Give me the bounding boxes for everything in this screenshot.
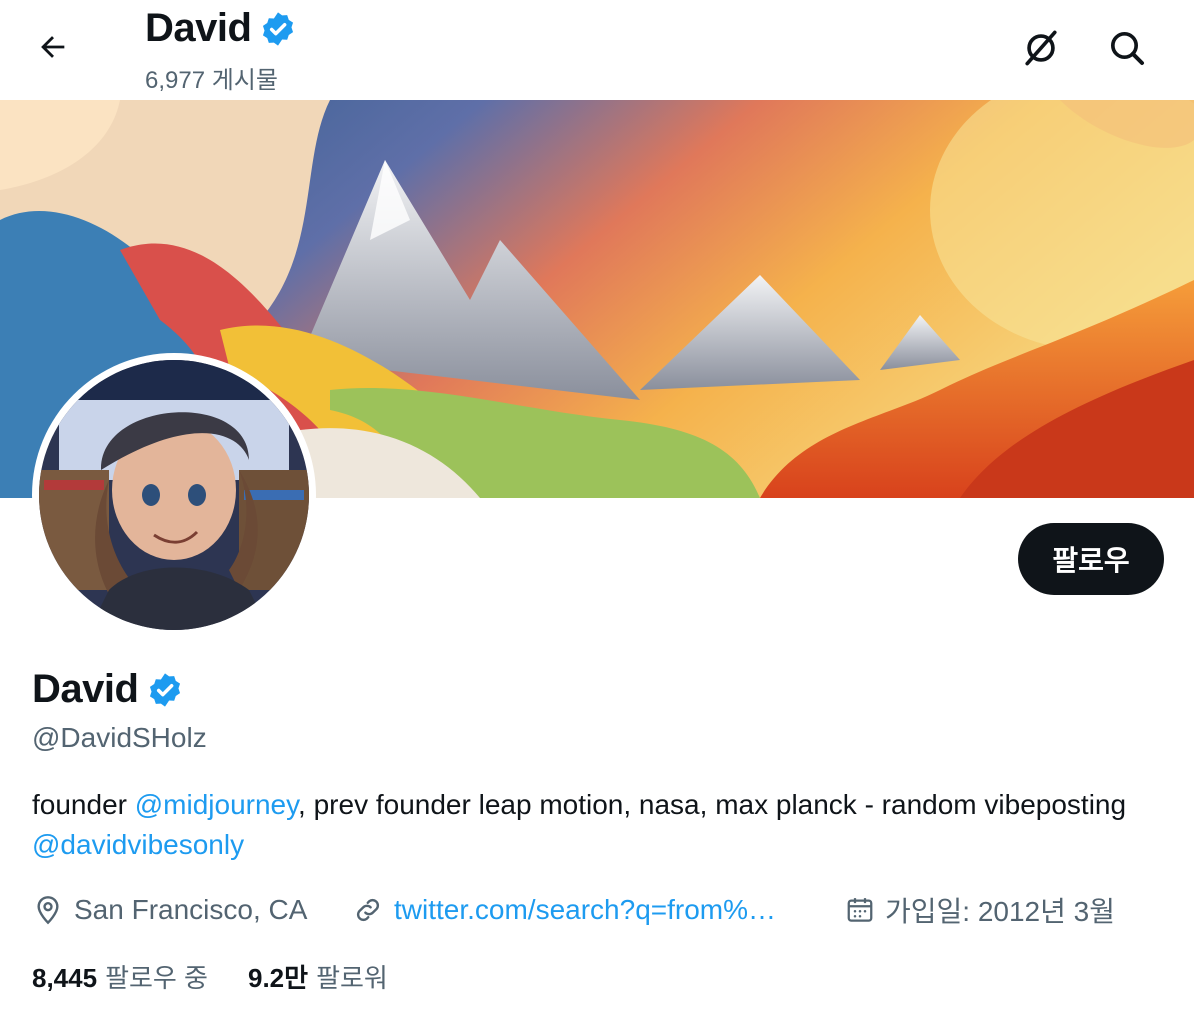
mention-link[interactable]: @midjourney — [135, 789, 298, 820]
back-button[interactable] — [28, 22, 78, 72]
followers-label: 팔로워 — [316, 963, 388, 993]
calendar-icon — [847, 898, 873, 922]
arrow-left-icon — [41, 36, 65, 58]
top-bar: David 6,977 게시물 — [0, 0, 1194, 100]
avatar-image — [39, 360, 309, 630]
following-count: 8,445 — [32, 963, 98, 993]
header-title-row: David — [145, 6, 297, 51]
following-label: 팔로우 중 — [105, 963, 208, 993]
location-pin-icon — [37, 896, 59, 925]
location-text: San Francisco, CA — [74, 894, 308, 925]
verified-badge-icon — [263, 11, 294, 46]
mention-link[interactable]: @davidvibesonly — [32, 829, 244, 860]
avatar-frame[interactable] — [32, 353, 316, 637]
profile-bio: founder @midjourney, prev founder leap m… — [32, 785, 1152, 865]
profile-name-row: David — [32, 667, 184, 712]
no-disturb-button[interactable] — [1017, 24, 1065, 72]
followers-stat[interactable]: 9.2만 팔로워 — [248, 958, 388, 995]
display-name: David — [32, 667, 139, 711]
user-handle: @DavidSHolz — [32, 722, 207, 753]
header-title: David — [145, 6, 252, 50]
followers-count: 9.2만 — [247, 963, 309, 993]
location-item: San Francisco, CA — [32, 890, 307, 930]
search-icon — [1111, 32, 1144, 65]
follow-button[interactable]: 팔로우 — [1018, 523, 1164, 595]
joined-item: 가입일: 2012년 3월 — [845, 890, 1115, 930]
website-link[interactable]: twitter.com/search?q=from%… — [394, 894, 776, 926]
post-count: 6,977 게시물 — [145, 67, 278, 94]
website-item[interactable]: twitter.com/search?q=from%… — [352, 890, 776, 930]
link-icon — [356, 898, 380, 922]
no-disturb-icon — [1025, 30, 1057, 66]
avatar — [39, 360, 309, 630]
bio-text: , prev founder leap motion, nasa, max pl… — [298, 789, 1127, 820]
verified-badge-icon[interactable] — [146, 671, 184, 709]
follow-stats: 8,445 팔로우 중 9.2만 팔로워 — [32, 958, 388, 995]
search-button[interactable] — [1103, 24, 1151, 72]
following-stat[interactable]: 8,445 팔로우 중 — [32, 958, 208, 995]
joined-text: 가입일: 2012년 3월 — [885, 896, 1115, 927]
bio-text: founder — [32, 789, 135, 820]
